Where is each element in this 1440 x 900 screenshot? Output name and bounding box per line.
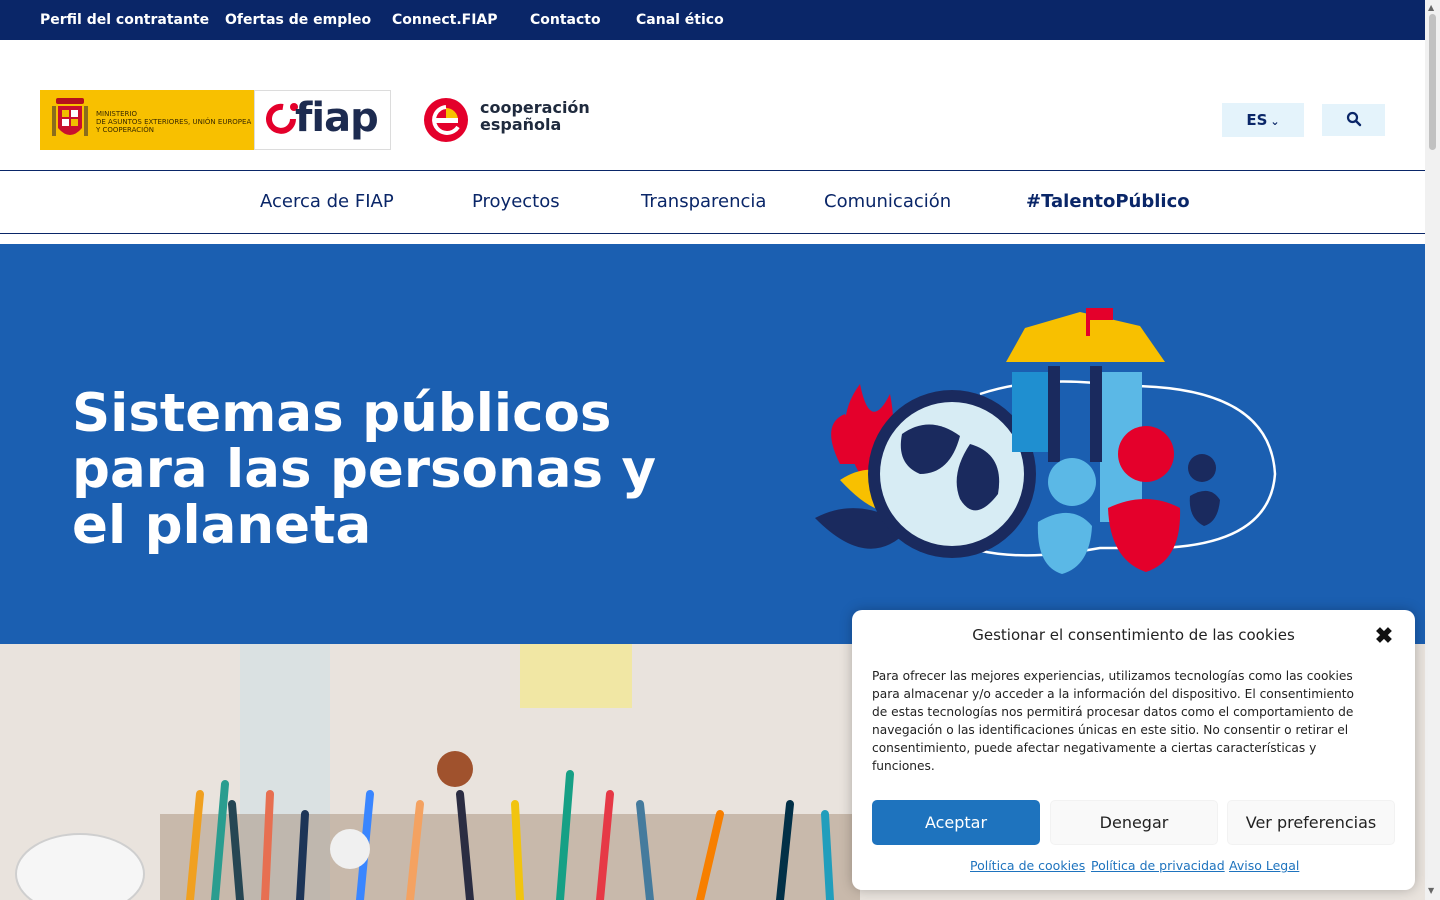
deny-cookies-button[interactable]: Denegar [1050, 800, 1218, 845]
cooperacion-e-icon [424, 98, 468, 142]
scroll-up-icon[interactable]: ▲ [1428, 3, 1434, 12]
link-canal-etico[interactable]: Canal ético [636, 12, 724, 28]
nav-transparencia[interactable]: Transparencia [641, 191, 766, 212]
link-cookie-policy[interactable]: Política de cookies [970, 858, 1085, 873]
ministry-name: MINISTERIO DE ASUNTOS EXTERIORES, UNIÓN … [96, 110, 252, 134]
link-contacto[interactable]: Contacto [530, 12, 601, 28]
hero-title: Sistemas públicos para las personas y el… [72, 383, 657, 556]
cooperacion-espanola-logo[interactable]: cooperación española [422, 96, 592, 146]
search-icon [1346, 111, 1361, 126]
cookie-dialog-body: Para ofrecer las mejores experiencias, u… [872, 669, 1354, 773]
cooperacion-espanola-name: cooperación española [480, 98, 590, 134]
coat-of-arms-icon [52, 98, 88, 136]
nav-proyectos[interactable]: Proyectos [472, 191, 560, 212]
link-privacy-policy[interactable]: Política de privacidad [1091, 858, 1225, 873]
hero-banner: Sistemas públicos para las personas y el… [0, 244, 1425, 644]
link-connect-fiap[interactable]: Connect.FIAP [392, 12, 498, 28]
site-header: MINISTERIO DE ASUNTOS EXTERIORES, UNIÓN … [0, 40, 1425, 170]
language-selector[interactable]: ES ⌄ [1222, 103, 1304, 137]
close-icon[interactable]: ✖ [1372, 624, 1396, 648]
view-preferences-button[interactable]: Ver preferencias [1227, 800, 1395, 845]
fiap-logo[interactable]: fiap [254, 90, 391, 150]
link-legal-notice[interactable]: Aviso Legal [1229, 858, 1299, 873]
nav-acerca-de-fiap[interactable]: Acerca de FIAP [260, 191, 394, 212]
nav-comunicacion[interactable]: Comunicación [824, 191, 951, 212]
link-ofertas-empleo[interactable]: Ofertas de empleo [225, 12, 371, 28]
cookie-consent-dialog: Gestionar el consentimiento de las cooki… [852, 610, 1415, 890]
nav-talento-publico[interactable]: #TalentoPúblico [1026, 191, 1190, 212]
main-navigation: Acerca de FIAP Proyectos Transparencia C… [0, 170, 1425, 234]
accept-cookies-button[interactable]: Aceptar [872, 800, 1040, 845]
language-label: ES [1246, 111, 1268, 129]
fiap-wordmark: fiap [295, 95, 379, 141]
ministry-logo[interactable]: MINISTERIO DE ASUNTOS EXTERIORES, UNIÓN … [40, 90, 254, 150]
chevron-down-icon: ⌄ [1270, 115, 1280, 128]
hero-illustration [815, 308, 1277, 574]
link-perfil-contratante[interactable]: Perfil del contratante [40, 12, 209, 28]
scroll-down-icon[interactable]: ▼ [1428, 886, 1434, 895]
utility-bar: Perfil del contratante Ofertas de empleo… [0, 0, 1425, 40]
cookie-dialog-title: Gestionar el consentimiento de las cooki… [972, 626, 1295, 644]
search-button[interactable] [1322, 104, 1385, 136]
scrollbar-thumb[interactable] [1429, 14, 1436, 150]
